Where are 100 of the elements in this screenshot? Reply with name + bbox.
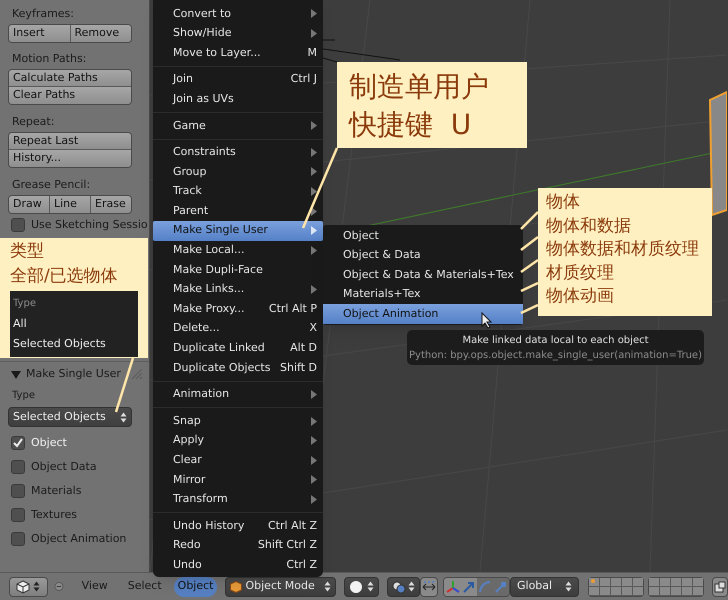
axes-icon [446,580,460,594]
menu-item[interactable]: Redo Shift Ctrl Z [153,536,323,556]
manipulator-button[interactable] [476,578,493,596]
menu-item[interactable]: Duplicate Linked Alt D [153,338,323,358]
checkbox-label: Object Animation [31,530,126,547]
menu-item[interactable]: Snap [153,411,323,431]
menu-item[interactable]: Show/Hide [153,24,323,44]
menu-item[interactable]: Object [323,226,523,246]
shortcut-label: Ctrl Alt Z [268,518,317,534]
section-heading: Grease Pencil: [12,178,92,192]
menu-item[interactable]: Apply [153,430,323,450]
curve-icon [478,580,492,594]
menu-item[interactable]: Mirror [153,470,323,490]
tool-button[interactable]: Remove [70,25,131,42]
shortcut-label: Ctrl J [290,71,317,88]
leader-line [520,282,539,292]
menu-item[interactable]: Clear [153,450,323,470]
shortcut-label: Ctrl Alt P [268,300,317,317]
checkbox-label: Textures [31,506,77,523]
menu-item[interactable]: Track [153,182,323,202]
tool-button[interactable]: History... [9,150,131,167]
menu-item[interactable]: Animation [153,384,323,404]
menu-item[interactable]: Materials+Tex [323,284,523,304]
shading-dropdown[interactable] [344,576,379,596]
panel-title: Make Single User [26,366,121,382]
tool-button[interactable]: Calculate Paths [9,70,131,87]
section-heading: Keyframes: [12,7,75,21]
checkbox[interactable] [11,508,25,522]
menu-item[interactable]: Object Animation [323,304,523,324]
menu-item[interactable]: Delete... X [153,318,323,338]
callout-text: 物体动画 [546,285,615,308]
layer-grid-button[interactable] [588,576,644,596]
menu-item[interactable]: Game [153,116,323,136]
menu-item[interactable]: Object & Data & Materials+Tex [323,265,523,285]
editor-type-button[interactable] [9,576,48,596]
pivot-dropdown[interactable] [386,576,420,596]
list-option[interactable]: All [10,314,138,334]
leader-line [520,211,539,230]
menu-item[interactable]: Parent [153,201,323,221]
menu-item[interactable]: Duplicate Objects Shift D [153,358,323,378]
menu-item[interactable]: Make Proxy... Ctrl Alt P [153,299,323,319]
manipulator-button[interactable] [444,578,461,596]
callout-text: 物体 [546,191,581,214]
field-label: Type [12,389,36,403]
menu-item[interactable]: Move to Layer... M [153,43,323,63]
tooltip-text: Python: bpy.ops.object.make_single_user(animation=True) [409,348,702,362]
section-heading: Motion Paths: [12,52,88,66]
callout-text: 材质纹理 [546,262,615,284]
manipulator-button[interactable] [460,578,477,596]
tool-button[interactable]: Draw [9,196,50,213]
up-down-arrow-icon [120,412,127,422]
menu-item[interactable]: Undo Ctrl Z [153,555,323,576]
tool-button[interactable]: Clear Paths [9,87,131,104]
collapse-icon[interactable] [54,581,64,592]
checkbox[interactable] [11,436,25,450]
shortcut-label: Shift Ctrl Z [258,537,317,554]
tool-button[interactable]: Erase [91,196,131,213]
header-menu[interactable]: Object [174,576,218,596]
circles-icon [392,580,406,594]
callout-text: 快捷键 U [349,107,472,143]
menu-item[interactable]: Convert to [153,4,323,24]
menu-item[interactable]: Object & Data [323,246,523,266]
menu-item[interactable]: Group [153,162,323,182]
menu-item[interactable]: Join as UVs [153,89,323,109]
manipulator-button[interactable] [492,578,509,596]
section-heading: Repeat: [12,115,56,129]
menu-item[interactable]: Make Links... [153,280,323,300]
shortcut-label: M [308,44,317,61]
manipulator-toggle[interactable] [420,576,438,596]
menu-item[interactable]: Make Single User [153,220,323,241]
up-down-arrow-icon [366,581,374,592]
layer-grid-icon [648,578,703,595]
menu-item[interactable]: Constraints [153,142,323,162]
callout-text: 物体和数据 [546,214,632,238]
checkbox[interactable] [11,218,25,232]
mode-dropdown[interactable]: Object Mode [225,576,336,596]
orientation-dropdown[interactable]: Global [510,576,579,596]
shortcut-label: Shift D [280,360,317,376]
tool-button[interactable]: Line [50,196,91,213]
layer-grid-button[interactable] [648,576,704,596]
layers-icon [714,580,726,592]
list-option[interactable]: Selected Objects [10,334,138,354]
header-menu[interactable]: Select [124,576,166,596]
tooltip-text: Make linked data local to each object [462,334,649,348]
tool-button[interactable]: Insert [9,25,70,42]
checkbox[interactable] [11,532,25,546]
checkbox[interactable] [11,460,25,474]
callout-text: 物体数据和材质纹理 [546,238,700,261]
shortcut-label: Ctrl Z [286,556,317,573]
menu-item[interactable]: Transform [153,490,323,510]
menu-item[interactable]: Undo History Ctrl Alt Z [153,516,323,536]
header-menu[interactable]: View [78,576,112,596]
menu-item[interactable]: Join Ctrl J [153,70,323,90]
list-heading: Type [12,297,37,311]
type-dropdown[interactable]: Selected Objects [8,407,132,427]
menu-item[interactable]: Make Local... [153,240,323,260]
tool-button[interactable]: Repeat Last [9,133,131,150]
menu-item[interactable]: Make Dupli-Face [153,260,323,280]
cube-icon [230,580,242,592]
checkbox[interactable] [11,484,25,498]
